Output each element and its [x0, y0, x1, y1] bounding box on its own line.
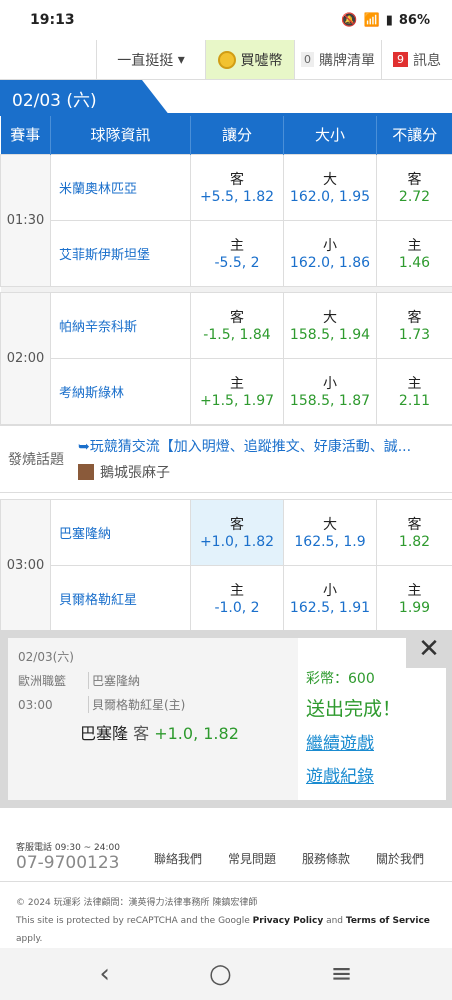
moneyline-odds[interactable]: 客 2.72: [376, 153, 452, 221]
hot-topic[interactable]: 發燒話題 ➥玩競猜交流【加入明燈、追蹤推文、好康活動、誠... 鵝城張麻子: [0, 424, 452, 493]
total-odds[interactable]: 小 162.0, 1.86: [283, 219, 377, 287]
team-name[interactable]: 米蘭奧林匹亞: [50, 153, 191, 221]
handicap-odds[interactable]: 主 +1.5, 1.97: [190, 357, 284, 425]
header-total: 大小: [283, 116, 377, 154]
total-odds[interactable]: 大 158.5, 1.94: [283, 291, 377, 359]
phone-number[interactable]: 07-9700123: [16, 853, 120, 873]
bet-league: 歐洲職籃: [18, 674, 67, 688]
handicap-odds[interactable]: 客 +5.5, 1.82: [190, 153, 284, 221]
table-row: 考納斯綠林 主 +1.5, 1.97 小 158.5, 1.87 主 2.11: [1, 357, 452, 425]
header-handicap: 讓分: [190, 116, 284, 154]
buy-coin-button[interactable]: 買噓幣: [206, 40, 294, 79]
table-header: 賽事 球隊資訊 讓分 大小 不讓分: [0, 116, 452, 154]
status-time: 19:13: [30, 12, 75, 28]
table-row: 艾菲斯伊斯坦堡 主 -5.5, 2 小 162.0, 1.86 主 1.46: [1, 219, 452, 287]
copyright: © 2024 玩運彩 法律顧問：漢英得力法律事務所 陳鎮宏律師 This sit…: [16, 898, 430, 944]
bet-time: 03:00: [18, 698, 53, 712]
odds-table-2: 03:00 巴塞隆納 客 +1.0, 1.82 大 162.5, 1.9 客 1.82…: [0, 498, 452, 632]
match-time: 02:00: [0, 291, 51, 425]
cart-button[interactable]: 0 購牌清單: [294, 40, 381, 79]
game-history-link[interactable]: 遊戲紀錄: [306, 762, 401, 787]
team-name[interactable]: 艾菲斯伊斯坦堡: [50, 219, 191, 287]
cart-count: 0: [301, 52, 314, 67]
hot-topic-label: 發燒話題: [8, 451, 64, 468]
team-name[interactable]: 帕納辛奈科斯: [50, 291, 191, 359]
mute-icon: 🔕: [341, 12, 358, 28]
odds-table: 賽事 球隊資訊 讓分 大小 不讓分 01:30 米蘭奧林匹亞 客 +5.5, 1.…: [0, 116, 452, 425]
moneyline-odds[interactable]: 客 1.73: [376, 291, 452, 359]
battery-level: 86%: [398, 12, 430, 28]
match-time: 03:00: [0, 498, 51, 632]
moneyline-odds[interactable]: 主 2.11: [376, 357, 452, 425]
team-name[interactable]: 貝爾格勒紅星: [50, 564, 191, 632]
footer: 客服電話 09:30 ~ 24:00 07-9700123 聯絡我們 常見問題 …: [0, 834, 452, 948]
moneyline-odds[interactable]: 客 1.82: [376, 498, 452, 566]
total-odds[interactable]: 大 162.5, 1.9: [283, 498, 377, 566]
terms-link[interactable]: Terms of Service: [346, 916, 430, 926]
bet-confirm-popup: 02/03(六) 歐洲職籃 03:00 巴塞隆納 貝爾格勒紅星(主) 巴塞隆 客…: [0, 630, 452, 808]
header-event: 賽事: [0, 116, 51, 154]
handicap-odds[interactable]: 主 -5.5, 2: [190, 219, 284, 287]
phone-caption: 客服電話 09:30 ~ 24:00: [16, 843, 120, 853]
back-icon[interactable]: ‹: [100, 959, 110, 989]
team-name[interactable]: 考納斯綠林: [50, 357, 191, 425]
user-dropdown[interactable]: 一直挺挺 ▾: [97, 40, 206, 79]
battery-icon: ▮: [385, 12, 393, 28]
top-toolbar: 一直挺挺 ▾ 買噓幣 0 購牌清單 9 訊息: [0, 40, 452, 80]
android-nav-bar: ‹ ○ ≡: [0, 948, 452, 1000]
coin-icon: [217, 50, 236, 69]
footer-link-faq[interactable]: 常見問題: [228, 850, 276, 867]
total-odds[interactable]: 小 158.5, 1.87: [283, 357, 377, 425]
coin-balance: 彩幣：600: [306, 671, 375, 687]
bet-pick: 巴塞隆 客 +1.0, 1.82: [80, 724, 239, 743]
date-tab: 02/03 (六): [0, 80, 170, 116]
message-button[interactable]: 9 訊息: [381, 40, 452, 79]
table-row: 貝爾格勒紅星 主 -1.0, 2 小 162.5, 1.91 主 1.99: [1, 564, 452, 632]
table-row: 02:00 帕納辛奈科斯 客 -1.5, 1.84 大 158.5, 1.94 客1…: [0, 291, 452, 425]
moneyline-odds[interactable]: 主 1.99: [376, 564, 452, 632]
header-team: 球隊資訊: [50, 116, 191, 154]
home-icon[interactable]: ○: [209, 959, 232, 989]
handicap-odds-selected[interactable]: 客 +1.0, 1.82: [190, 498, 284, 566]
bet-date: 02/03(六): [18, 650, 74, 664]
match-time: 01:30: [0, 153, 51, 287]
table-row: 03:00 巴塞隆納 客 +1.0, 1.82 大 162.5, 1.9 客 1.82: [0, 498, 452, 632]
handicap-odds[interactable]: 客 -1.5, 1.84: [190, 291, 284, 359]
bet-away-team: 巴塞隆納: [88, 672, 140, 689]
table-row: 01:30 米蘭奧林匹亞 客 +5.5, 1.82 大 162.0, 1.95 客2…: [0, 153, 452, 287]
privacy-link[interactable]: Privacy Policy: [253, 916, 324, 926]
status-icons: 🔕 📶 ▮ 86%: [341, 13, 430, 28]
wifi-icon: 📶: [363, 12, 380, 28]
continue-game-link[interactable]: 繼續遊戲: [306, 729, 401, 754]
date-header: 02/03 (六): [0, 80, 452, 116]
status-bar: 19:13 🔕 📶 ▮ 86%: [0, 0, 452, 40]
message-count: 9: [393, 52, 408, 67]
hot-topic-user: 鵝城張麻子: [100, 464, 170, 481]
footer-link-about[interactable]: 關於我們: [376, 850, 424, 867]
menu-icon[interactable]: ≡: [331, 959, 353, 989]
close-icon[interactable]: ✕: [406, 630, 452, 668]
total-odds[interactable]: 小 162.5, 1.91: [283, 564, 377, 632]
avatar: [78, 463, 94, 480]
moneyline-odds[interactable]: 主 1.46: [376, 219, 452, 287]
caret-down-icon: ▾: [177, 51, 185, 68]
bet-summary: 02/03(六) 歐洲職籃 03:00 巴塞隆納 貝爾格勒紅星(主) 巴塞隆 客…: [8, 638, 298, 800]
submit-success: 送出完成！: [306, 698, 402, 720]
footer-link-terms[interactable]: 服務條款: [302, 850, 350, 867]
handicap-odds[interactable]: 主 -1.0, 2: [190, 564, 284, 632]
header-moneyline: 不讓分: [376, 116, 452, 154]
bet-home-team: 貝爾格勒紅星(主): [88, 696, 185, 713]
team-name[interactable]: 巴塞隆納: [50, 498, 191, 566]
total-odds[interactable]: 大 162.0, 1.95: [283, 153, 377, 221]
footer-link-contact[interactable]: 聯絡我們: [154, 850, 202, 867]
hot-topic-title[interactable]: ➥玩競猜交流【加入明燈、追蹤推文、好康活動、誠...: [78, 436, 448, 456]
